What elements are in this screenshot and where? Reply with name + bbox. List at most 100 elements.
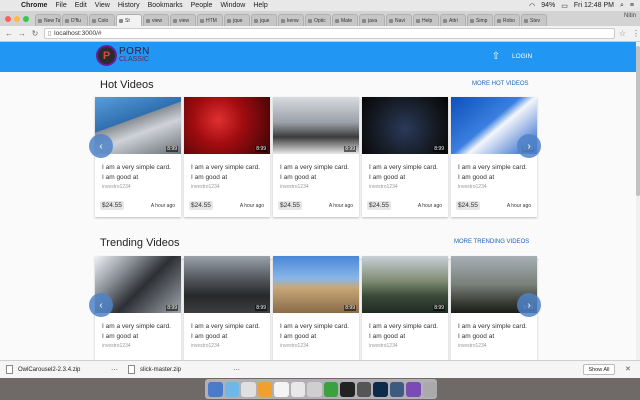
zoom-window-icon[interactable] [23, 15, 29, 22]
more-trending-videos-link[interactable]: MORE TRENDING VIDEOS [454, 239, 529, 245]
card-author[interactable]: investro1234 [191, 184, 270, 190]
browser-tab[interactable]: HTM [197, 14, 223, 26]
download-item[interactable]: slick-master.zip ⋯ [128, 365, 240, 374]
card-author[interactable]: investro1234 [458, 184, 537, 190]
browser-tab[interactable]: view [170, 14, 196, 26]
browser-tab[interactable]: Help [413, 14, 439, 26]
photoshop-icon[interactable] [373, 381, 388, 397]
bookmark-star-icon[interactable]: ☆ [619, 29, 626, 38]
card-author[interactable]: investro1234 [280, 343, 359, 349]
clock[interactable]: Fri 12:48 PM [574, 2, 614, 9]
chevron-up-icon[interactable]: ⋯ [233, 366, 240, 374]
browser-menu-icon[interactable]: ⋮ [632, 29, 640, 38]
preview-icon[interactable] [241, 381, 256, 397]
contacts-icon[interactable] [290, 381, 305, 397]
browser-tab[interactable]: New Tab [35, 14, 61, 26]
browser-tab[interactable]: Simp [467, 14, 493, 26]
browser-tab[interactable]: java [359, 14, 385, 26]
browser-tab[interactable]: Optic [305, 14, 331, 26]
browser-tab[interactable]: Mate [332, 14, 358, 26]
show-all-button[interactable]: Show All [583, 364, 615, 375]
wifi-icon[interactable]: ◠ [529, 2, 535, 10]
terminal-icon[interactable] [340, 381, 355, 397]
browser-tab[interactable]: Colo [89, 14, 115, 26]
menu-history[interactable]: History [118, 2, 140, 9]
video-thumbnail[interactable]: 8:99 [273, 256, 359, 313]
trending-prev-arrow[interactable]: ‹ [89, 293, 113, 317]
video-card[interactable]: 8:99 I am a very simple card. I am good at… [95, 97, 181, 217]
browser-tab[interactable]: St [116, 14, 142, 26]
url-input[interactable]: ▯ localhost:3000/# [43, 28, 615, 39]
browser-tab[interactable]: Navi [386, 14, 412, 26]
video-card[interactable]: 8:99 I am a very simple card. I am good at… [184, 97, 270, 217]
monitor-icon[interactable] [356, 381, 371, 397]
video-thumbnail[interactable]: 8:99 [184, 256, 270, 313]
more-hot-videos-link[interactable]: MORE HOT VIDEOS [472, 81, 529, 87]
page-scrollbar[interactable] [636, 42, 640, 360]
chevron-up-icon[interactable]: ⋯ [111, 366, 118, 374]
trending-next-arrow[interactable]: › [517, 293, 541, 317]
scrollbar-thumb[interactable] [636, 46, 640, 196]
battery-icon[interactable]: ▭ [561, 2, 568, 10]
video-card[interactable]: 8:99 I am a very simple card. I am good at… [362, 97, 448, 217]
video-card[interactable]: 8:99 I am a very simple card. I am good at… [273, 256, 359, 360]
app-icon[interactable] [389, 381, 404, 397]
card-author[interactable]: investro1234 [191, 343, 270, 349]
page-info-icon[interactable]: ▯ [48, 30, 51, 37]
menu-window[interactable]: Window [220, 2, 245, 9]
menu-help[interactable]: Help [253, 2, 267, 9]
menu-edit[interactable]: Edit [75, 2, 87, 9]
video-card[interactable]: 8:99 I am a very simple card. I am good at… [362, 256, 448, 360]
close-window-icon[interactable] [5, 15, 11, 22]
video-card[interactable]: 8:99 I am a very simple card. I am good at… [273, 97, 359, 217]
card-author[interactable]: investro1234 [369, 343, 448, 349]
menu-app[interactable]: Chrome [21, 2, 47, 9]
sublime-icon[interactable] [257, 381, 272, 397]
card-author[interactable]: investro1234 [458, 343, 537, 349]
browser-tab[interactable]: view [143, 14, 169, 26]
browser-tab[interactable]: Stev [521, 14, 547, 26]
calendar-icon[interactable] [274, 381, 289, 397]
minimize-window-icon[interactable] [14, 15, 20, 22]
browser-tab[interactable]: Attri [440, 14, 466, 26]
browser-tab[interactable]: kenw [278, 14, 304, 26]
site-logo[interactable]: P PORN CLASSIC [96, 45, 150, 66]
video-thumbnail[interactable]: 8:99 [362, 97, 448, 154]
forward-icon[interactable]: → [18, 29, 26, 38]
card-author[interactable]: investro1234 [102, 343, 181, 349]
browser-tab[interactable]: Robo [494, 14, 520, 26]
chrome-icon[interactable] [323, 381, 338, 397]
video-thumbnail[interactable]: 8:99 [273, 97, 359, 154]
card-line-2: I am good at [369, 333, 406, 340]
finder-icon[interactable] [208, 381, 223, 397]
upload-icon[interactable]: ⇧ [491, 51, 501, 62]
menu-view[interactable]: View [95, 2, 110, 9]
menu-people[interactable]: People [191, 2, 213, 9]
safari-icon[interactable] [224, 381, 239, 397]
hot-next-arrow[interactable]: › [517, 134, 541, 158]
trash-icon[interactable] [422, 381, 437, 397]
browser-tab[interactable]: jque [251, 14, 277, 26]
menu-file[interactable]: File [55, 2, 66, 9]
video-thumbnail[interactable]: 8:99 [362, 256, 448, 313]
profile-name[interactable]: Nitin [624, 13, 636, 19]
notes-icon[interactable] [307, 381, 322, 397]
menu-bookmarks[interactable]: Bookmarks [148, 2, 183, 9]
video-card[interactable]: 8:99 I am a very simple card. I am good at… [184, 256, 270, 360]
search-icon[interactable]: ⌕ [620, 2, 624, 10]
video-thumbnail[interactable]: 8:99 [184, 97, 270, 154]
card-author[interactable]: investro1234 [369, 184, 448, 190]
back-icon[interactable]: ← [5, 29, 13, 38]
video-duration: 8:99 [255, 146, 267, 152]
list-icon[interactable]: ≡ [630, 2, 634, 9]
download-item[interactable]: OwlCarousel2-2.3.4.zip ⋯ [6, 365, 118, 374]
reload-icon[interactable]: ↻ [31, 29, 39, 38]
close-icon[interactable]: ✕ [625, 365, 631, 373]
login-button[interactable]: LOGIN [512, 53, 532, 60]
browser-tab[interactable]: D'flu [62, 14, 88, 26]
card-author[interactable]: investro1234 [102, 184, 181, 190]
viber-icon[interactable] [406, 381, 421, 397]
card-author[interactable]: investro1234 [280, 184, 359, 190]
hot-prev-arrow[interactable]: ‹ [89, 134, 113, 158]
browser-tab[interactable]: jque [224, 14, 250, 26]
